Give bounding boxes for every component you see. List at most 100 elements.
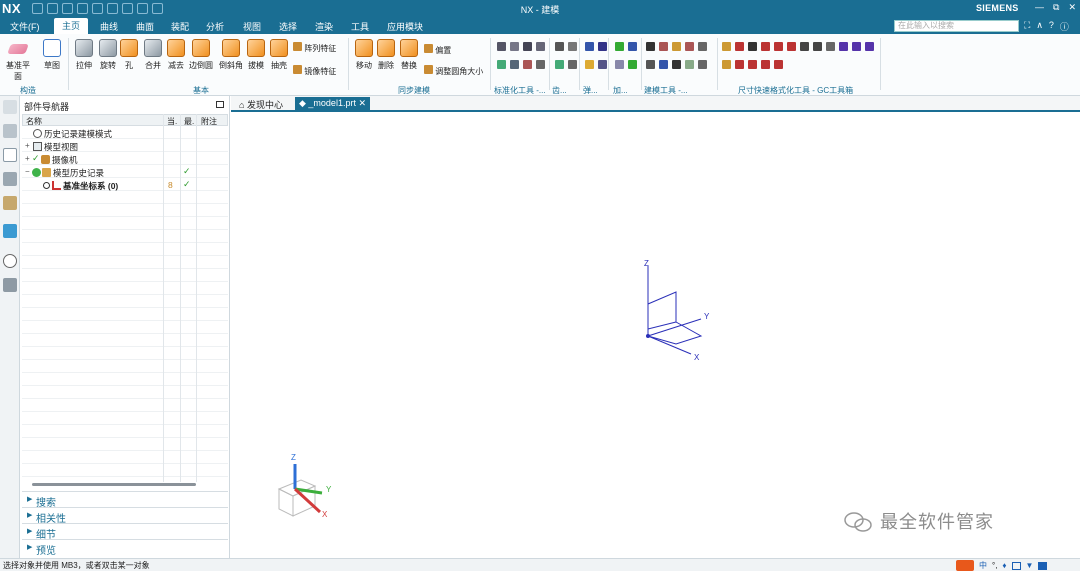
tab-close-icon[interactable]: ✕	[358, 98, 366, 108]
pattern-feature-button[interactable]: 阵列特征	[293, 42, 336, 54]
tree-expander[interactable]: −	[25, 167, 30, 176]
std-tool-icon[interactable]	[536, 42, 545, 51]
dim-tool-icon[interactable]	[735, 42, 744, 51]
tab-curve[interactable]: 曲线	[100, 20, 118, 33]
dim-tool-icon[interactable]	[839, 42, 848, 51]
tree-row-datum-csys[interactable]: 基准坐标系 (0) 8 ✓	[22, 179, 228, 192]
navigator-horizontal-scrollbar[interactable]	[32, 483, 196, 486]
edge-blend-button[interactable]: 边倒圆	[188, 39, 214, 71]
mirror-feature-button[interactable]: 镜像特征	[293, 65, 336, 77]
std-tool-icon[interactable]	[536, 60, 545, 69]
modeling-tool-icon[interactable]	[646, 60, 655, 69]
chamfer-button[interactable]: 倒斜角	[218, 39, 244, 71]
command-search-input[interactable]: 在此输入以搜索	[894, 20, 1019, 32]
dim-tool-icon[interactable]	[774, 60, 783, 69]
fullscreen-icon[interactable]: ⛶	[1024, 20, 1030, 33]
addon-tool-icon[interactable]	[615, 42, 624, 51]
dim-tool-icon[interactable]	[826, 42, 835, 51]
tree-expander[interactable]: +	[25, 141, 30, 150]
panel-dependencies[interactable]: ▶ 相关性	[22, 507, 228, 525]
std-tool-icon[interactable]	[510, 60, 519, 69]
sogou-ime-icon[interactable]	[956, 560, 974, 571]
reuse-library-icon[interactable]	[3, 172, 17, 186]
tab-model1-prt[interactable]: ◆ _model1.prt ✕	[295, 97, 371, 111]
tab-assembly[interactable]: 装配	[171, 20, 189, 33]
modeling-tool-icon[interactable]	[646, 42, 655, 51]
dim-tool-icon[interactable]	[865, 42, 874, 51]
maximize-navigator-icon[interactable]	[216, 101, 224, 108]
modeling-tool-icon[interactable]	[685, 42, 694, 51]
modeling-tool-icon[interactable]	[698, 42, 707, 51]
settings-icon[interactable]	[3, 100, 17, 114]
tab-select[interactable]: 选择	[279, 20, 297, 33]
dim-tool-icon[interactable]	[787, 42, 796, 51]
std-tool-icon[interactable]	[523, 60, 532, 69]
restore-button[interactable]: ⧉	[1053, 2, 1059, 13]
modeling-tool-icon[interactable]	[672, 42, 681, 51]
hole-button[interactable]: 孔	[116, 39, 142, 71]
tree-row-model-views[interactable]: + 模型视图	[22, 140, 228, 153]
std-tool-icon[interactable]	[497, 60, 506, 69]
dim-tool-icon[interactable]	[748, 42, 757, 51]
hd3d-tools-icon[interactable]	[3, 196, 17, 210]
panel-search[interactable]: ▶ 搜索	[22, 491, 228, 509]
replace-face-button[interactable]: 替换	[396, 39, 422, 71]
tab-home[interactable]: 主页	[54, 18, 89, 35]
std-tool-icon[interactable]	[510, 42, 519, 51]
dim-tool-icon[interactable]	[761, 42, 770, 51]
history-icon[interactable]	[3, 254, 17, 268]
toolbox-icon[interactable]	[1038, 561, 1048, 570]
resize-blend-button[interactable]: 调整圆角大小	[424, 65, 483, 77]
tab-discovery-center[interactable]: ⌂ 发现中心	[235, 97, 287, 111]
spring-tool-icon[interactable]	[585, 42, 594, 51]
tab-applications[interactable]: 应用模块	[387, 20, 423, 33]
addon-tool-icon[interactable]	[615, 60, 624, 69]
datum-csys[interactable]	[647, 266, 703, 355]
panel-details[interactable]: ▶ 细节	[22, 523, 228, 541]
spring-tool-icon[interactable]	[598, 60, 607, 69]
gear-tool-icon[interactable]	[568, 60, 577, 69]
shell-button[interactable]: 抽壳	[266, 39, 292, 71]
spring-tool-icon[interactable]	[598, 42, 607, 51]
dim-tool-icon[interactable]	[735, 60, 744, 69]
modeling-tool-icon[interactable]	[659, 60, 668, 69]
modeling-tool-icon[interactable]	[685, 60, 694, 69]
tree-row-history-mode[interactable]: 历史记录建模模式	[22, 127, 228, 140]
menu-file[interactable]: 文件(F)	[10, 20, 40, 33]
datum-plane-button[interactable]: 基准平面	[5, 39, 31, 82]
dim-tool-icon[interactable]	[722, 60, 731, 69]
microphone-icon[interactable]: ♦	[1002, 561, 1006, 570]
minimize-button[interactable]: —	[1035, 2, 1044, 13]
dim-tool-icon[interactable]	[800, 42, 809, 51]
tab-view[interactable]: 视图	[243, 20, 261, 33]
modeling-tool-icon[interactable]	[698, 60, 707, 69]
ime-mode-label[interactable]: 中	[979, 560, 987, 571]
info-icon[interactable]: ⓘ	[1060, 20, 1069, 33]
assembly-navigator-icon[interactable]	[3, 124, 17, 138]
gear-tool-icon[interactable]	[555, 60, 564, 69]
addon-tool-icon[interactable]	[628, 60, 637, 69]
tab-render[interactable]: 渲染	[315, 20, 333, 33]
tree-row-model-history[interactable]: − 模型历史记录 ✓	[22, 166, 228, 179]
extrude-button[interactable]: 拉伸	[71, 39, 97, 71]
tab-tools[interactable]: 工具	[351, 20, 369, 33]
keyboard-icon[interactable]	[1011, 561, 1021, 570]
tab-analysis[interactable]: 分析	[206, 20, 224, 33]
dim-tool-icon[interactable]	[748, 60, 757, 69]
panel-preview[interactable]: ▶ 预览	[22, 539, 228, 557]
collapse-ribbon-icon[interactable]: ∧	[1036, 20, 1043, 33]
subtract-button[interactable]: 减去	[163, 39, 189, 71]
dim-tool-icon[interactable]	[761, 60, 770, 69]
sketch-button[interactable]: 草图	[39, 39, 65, 71]
tree-expander[interactable]: +	[25, 154, 30, 163]
punctuation-icon[interactable]: °,	[992, 561, 997, 570]
dim-tool-icon[interactable]	[722, 42, 731, 51]
dim-tool-icon[interactable]	[852, 42, 861, 51]
tab-surface[interactable]: 曲面	[136, 20, 154, 33]
close-button[interactable]: ✕	[1068, 2, 1076, 13]
tree-row-cameras[interactable]: + ✓ 摄像机	[22, 153, 228, 166]
skin-icon[interactable]: ▼	[1026, 561, 1034, 570]
modeling-tool-icon[interactable]	[659, 42, 668, 51]
system-scene-icon[interactable]	[3, 278, 17, 292]
gear-tool-icon[interactable]	[555, 42, 564, 51]
